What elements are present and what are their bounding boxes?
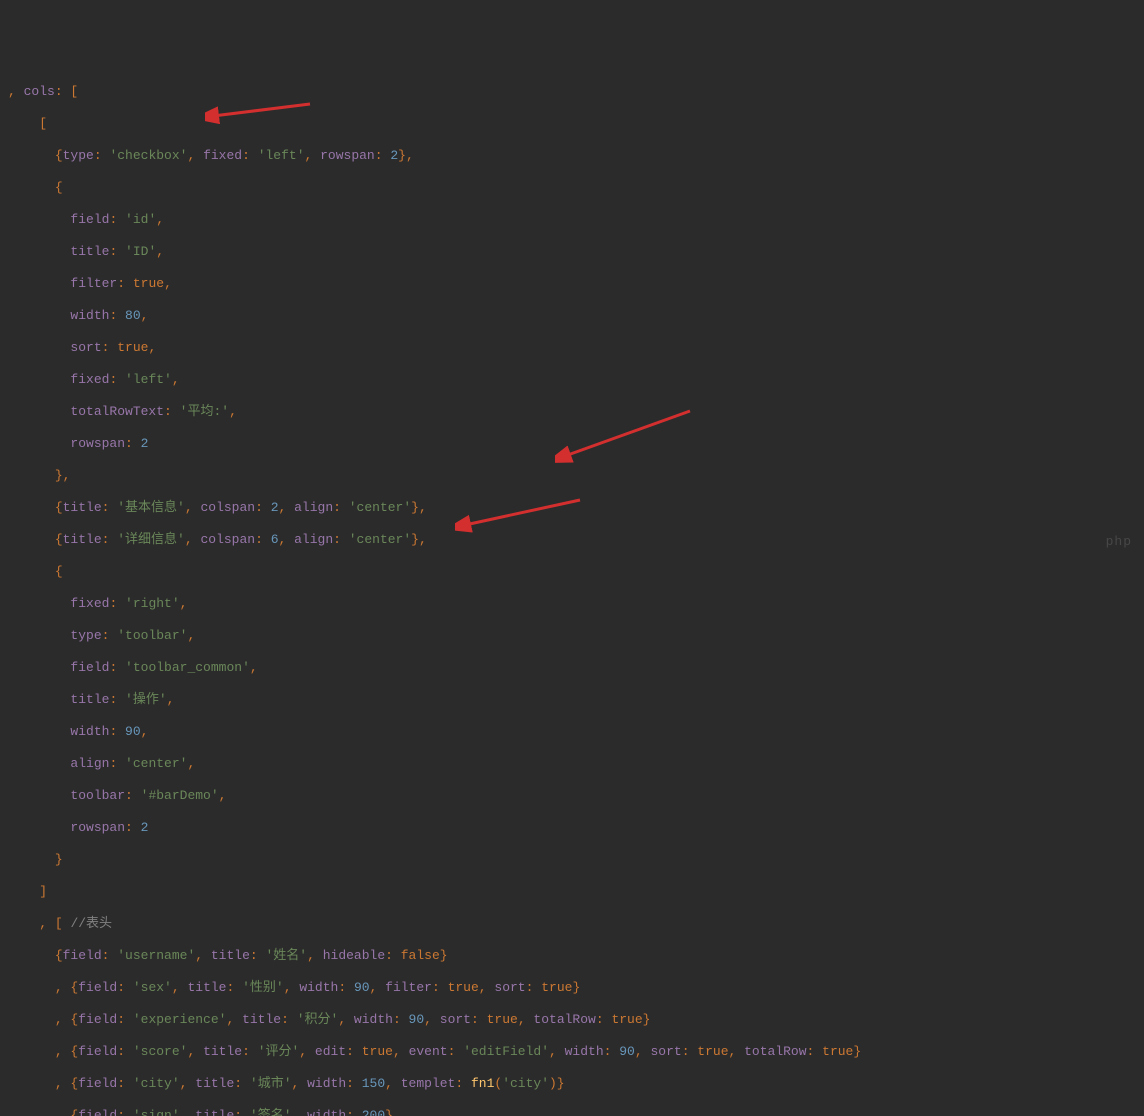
code-line: {title: '基本信息', colspan: 2, align: 'cent… bbox=[8, 500, 1136, 516]
code-line: field: 'toolbar_common', bbox=[8, 660, 1136, 676]
code-line: {field: 'username', title: '姓名', hideabl… bbox=[8, 948, 1136, 964]
code-line: , {field: 'score', title: '评分', edit: tr… bbox=[8, 1044, 1136, 1060]
code-line: align: 'center', bbox=[8, 756, 1136, 772]
code-line: sort: true, bbox=[8, 340, 1136, 356]
code-line: , cols: [ bbox=[8, 84, 1136, 100]
code-line: , {field: 'experience', title: '积分', wid… bbox=[8, 1012, 1136, 1028]
code-line: title: 'ID', bbox=[8, 244, 1136, 260]
code-line: {title: '详细信息', colspan: 6, align: 'cent… bbox=[8, 532, 1136, 548]
code-line: rowspan: 2 bbox=[8, 820, 1136, 836]
code-line: field: 'id', bbox=[8, 212, 1136, 228]
code-line: fixed: 'left', bbox=[8, 372, 1136, 388]
code-line: [ bbox=[8, 116, 1136, 132]
code-line: fixed: 'right', bbox=[8, 596, 1136, 612]
code-line: width: 90, bbox=[8, 724, 1136, 740]
watermark: php bbox=[1106, 534, 1132, 550]
code-line: { bbox=[8, 180, 1136, 196]
code-line: }, bbox=[8, 468, 1136, 484]
code-line: width: 80, bbox=[8, 308, 1136, 324]
code-line: toolbar: '#barDemo', bbox=[8, 788, 1136, 804]
code-line: totalRowText: '平均:', bbox=[8, 404, 1136, 420]
code-line: title: '操作', bbox=[8, 692, 1136, 708]
code-line: , [ //表头 bbox=[8, 916, 1136, 932]
code-line: { bbox=[8, 564, 1136, 580]
code-line: ] bbox=[8, 884, 1136, 900]
code-line: , {field: 'city', title: '城市', width: 15… bbox=[8, 1076, 1136, 1092]
code-line: type: 'toolbar', bbox=[8, 628, 1136, 644]
code-line: rowspan: 2 bbox=[8, 436, 1136, 452]
code-line: , {field: 'sex', title: '性别', width: 90,… bbox=[8, 980, 1136, 996]
code-line: } bbox=[8, 852, 1136, 868]
code-editor: , cols: [ [ {type: 'checkbox', fixed: 'l… bbox=[8, 68, 1136, 1116]
code-line: , {field: 'sign', title: '签名', width: 20… bbox=[8, 1108, 1136, 1116]
code-line: filter: true, bbox=[8, 276, 1136, 292]
code-line: {type: 'checkbox', fixed: 'left', rowspa… bbox=[8, 148, 1136, 164]
